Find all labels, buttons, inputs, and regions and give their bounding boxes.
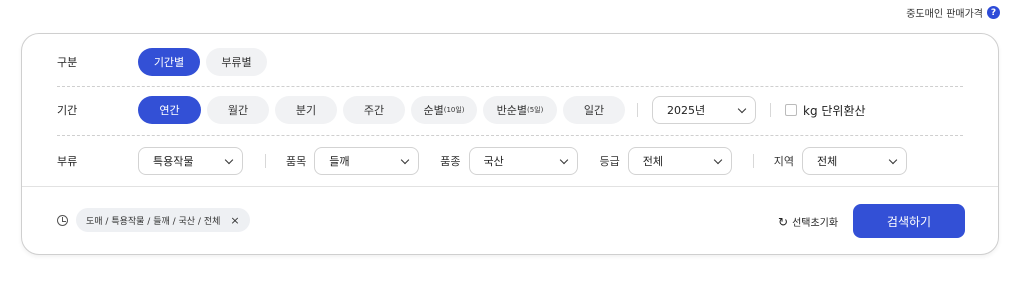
period-option-text: 연간 [159, 104, 180, 117]
search-filter-panel: 구분 기간별 부류별 기간 연간 월간 분기 주간 순별 (10일) 반순별 (5일… [21, 33, 999, 255]
history-chip[interactable]: 도매 / 특용작물 / 들깨 / 국산 / 전체 × [76, 208, 250, 232]
variety-select[interactable]: 국산 [468, 147, 578, 175]
type-option-category[interactable]: 부류별 [206, 48, 267, 76]
period-option-5day[interactable]: 반순별 (5일) [483, 96, 557, 124]
period-option-daily[interactable]: 일간 [563, 96, 625, 124]
separator [265, 154, 266, 168]
item-select[interactable]: 들깨 [314, 147, 420, 175]
chevron-down-icon [713, 155, 722, 164]
divider [57, 86, 963, 87]
period-option-monthly[interactable]: 월간 [207, 96, 269, 124]
region-select[interactable]: 전체 [802, 147, 907, 175]
separator [752, 154, 754, 168]
reset-label: 선택초기화 [792, 218, 839, 229]
period-option-weekly[interactable]: 주간 [343, 96, 405, 124]
chevron-down-icon [401, 155, 410, 164]
period-label: 기간 [57, 104, 78, 117]
variety-value: 국산 [483, 155, 504, 168]
year-value: 2025년 [667, 104, 706, 117]
period-option-text: 주간 [363, 104, 385, 117]
grade-select[interactable]: 전체 [627, 147, 732, 175]
kg-unit-checkbox[interactable] [785, 104, 797, 116]
period-option-text: 월간 [227, 104, 249, 117]
category-label: 부류 [57, 155, 78, 168]
item-value: 들깨 [329, 155, 350, 168]
sales-price-link[interactable]: 중도매인 판매가격 ? [906, 5, 1000, 20]
type-label: 구분 [57, 56, 78, 69]
chevron-down-icon [888, 155, 898, 164]
period-option-quarterly[interactable]: 분기 [275, 96, 337, 124]
chevron-down-icon [224, 155, 234, 164]
chevron-down-icon [559, 155, 568, 164]
grade-value: 전체 [642, 155, 663, 168]
refresh-icon: ↻ [778, 214, 789, 229]
period-option-sub: (5일) [527, 106, 544, 114]
separator [770, 103, 771, 117]
region-label: 지역 [773, 155, 794, 168]
period-option-text: 분기 [295, 104, 317, 117]
separator [637, 103, 638, 117]
kg-unit-label[interactable]: kg 단위환산 [803, 102, 866, 119]
history-chip-text[interactable]: 도매 / 특용작물 / 들깨 / 국산 / 전체 [86, 214, 220, 227]
period-row: 기간 연간 월간 분기 주간 순별 (10일) 반순별 (5일) 일간 2025년 … [57, 96, 963, 124]
item-label: 품목 [286, 155, 307, 168]
sales-price-label[interactable]: 중도매인 판매가격 [906, 5, 983, 20]
grade-label: 등급 [599, 155, 620, 168]
period-option-sub: (10일) [443, 106, 465, 114]
period-option-text: 일간 [583, 104, 605, 117]
year-select[interactable]: 2025년 [652, 96, 756, 124]
reset-button[interactable]: ↻ 선택초기화 [778, 214, 839, 230]
footer-divider [22, 186, 998, 187]
variety-label: 품종 [440, 155, 461, 168]
type-row: 구분 기간별 부류별 [57, 48, 963, 76]
divider [57, 135, 963, 136]
category-row: 부류 특용작물 품목 들깨 품종 국산 등급 전체 지역 전체 [57, 146, 963, 176]
chevron-down-icon [737, 104, 747, 113]
search-button[interactable]: 검색하기 [853, 204, 965, 238]
period-option-10day[interactable]: 순별 (10일) [411, 96, 477, 124]
help-icon[interactable]: ? [987, 6, 1000, 19]
close-icon[interactable]: × [230, 214, 239, 227]
period-option-text: 반순별 [496, 104, 527, 117]
category-select[interactable]: 특용작물 [138, 147, 243, 175]
region-value: 전체 [817, 155, 838, 168]
history-icon [57, 214, 68, 226]
type-option-period[interactable]: 기간별 [138, 48, 200, 76]
period-option-text: 순별 [423, 104, 444, 117]
search-history: 도매 / 특용작물 / 들깨 / 국산 / 전체 × [57, 208, 250, 232]
category-value: 특용작물 [153, 155, 194, 168]
period-option-yearly[interactable]: 연간 [138, 96, 201, 124]
